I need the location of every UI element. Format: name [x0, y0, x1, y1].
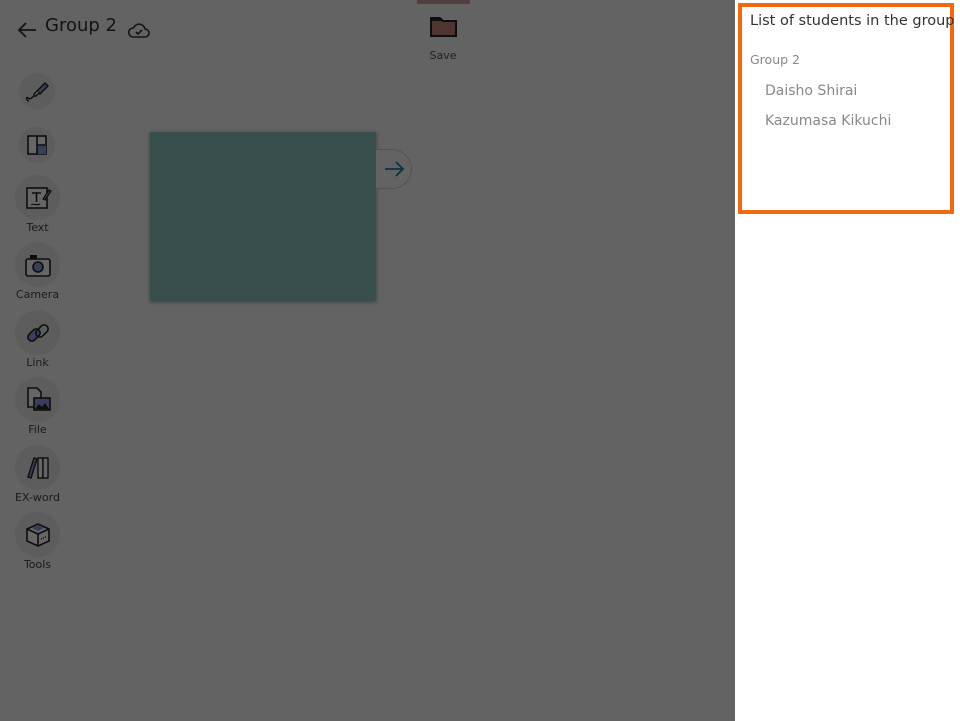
tool-label: Camera: [15, 288, 60, 301]
save-button[interactable]: [425, 14, 463, 42]
tool-label: Text: [26, 221, 49, 234]
top-bar: Group 2 Save: [0, 0, 735, 62]
tool-pen[interactable]: [15, 73, 60, 109]
folder-icon: [430, 17, 457, 37]
canvas-card[interactable]: [150, 132, 376, 301]
file-image-icon: [26, 386, 51, 411]
arrow-right-icon: [384, 161, 404, 177]
tool-ex-word[interactable]: EX-word: [15, 445, 60, 504]
tool-camera[interactable]: Camera: [15, 242, 60, 301]
books-icon: [26, 456, 49, 479]
next-card-button[interactable]: [376, 149, 412, 189]
back-button[interactable]: [16, 18, 40, 42]
tool-file[interactable]: File: [15, 377, 60, 436]
camera-icon: [24, 254, 51, 277]
link-icon: [26, 323, 49, 342]
tool-tools[interactable]: Tools: [15, 512, 60, 571]
tool-label: File: [28, 423, 47, 436]
tool-label: Tools: [23, 558, 52, 571]
pen-icon: [25, 82, 49, 102]
toolbox-icon: [25, 522, 50, 547]
student-item: Daisho Shirai: [765, 83, 858, 99]
group-name: Group 2: [750, 52, 800, 67]
cloud-check-icon: [127, 23, 150, 38]
tool-label: EX-word: [15, 491, 60, 504]
student-item: Kazumasa Kikuchi: [765, 113, 892, 129]
layout-icon: [27, 135, 47, 155]
page-title: Group 2: [45, 15, 117, 36]
tool-layout[interactable]: [15, 127, 60, 163]
whiteboard-app: Group 2 Save Text Camera Link File EX-wo…: [0, 0, 735, 721]
save-indicator: [417, 0, 470, 4]
sync-status[interactable]: [127, 19, 151, 41]
tool-label: Link: [26, 356, 49, 369]
text-edit-icon: [25, 186, 52, 209]
highlight-frame: [738, 3, 954, 214]
panel-title: List of students in the group: [750, 13, 955, 29]
save-label: Save: [429, 49, 457, 62]
tool-link[interactable]: Link: [15, 310, 60, 369]
arrow-left-icon: [17, 22, 36, 38]
tool-text[interactable]: Text: [15, 175, 60, 234]
